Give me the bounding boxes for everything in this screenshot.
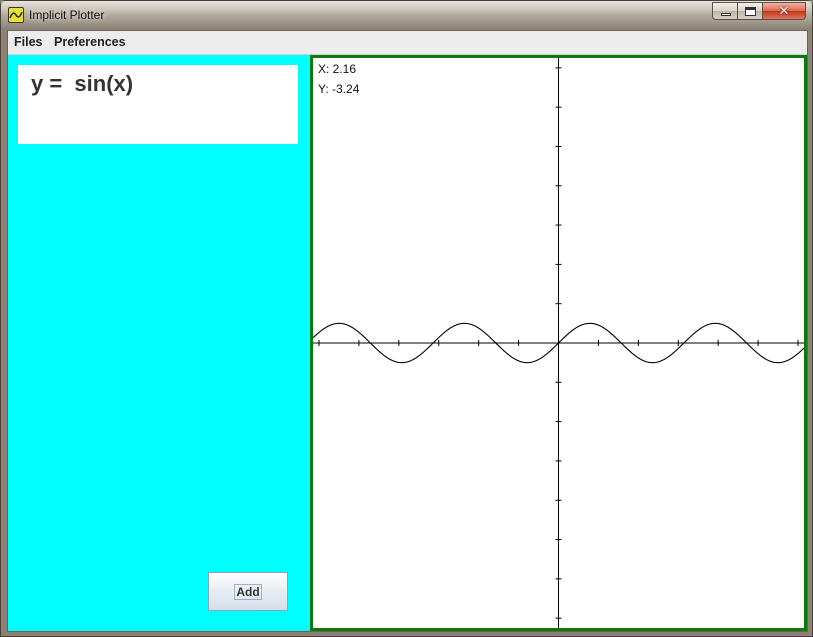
app-window: Implicit Plotter ✕ Files Preferences y =… xyxy=(0,0,813,637)
add-button-label: Add xyxy=(234,583,262,600)
plot-app-icon xyxy=(8,7,24,23)
cursor-y-readout: Y: -3.24 xyxy=(318,82,360,96)
plot-area[interactable] xyxy=(313,58,804,628)
menu-files[interactable]: Files xyxy=(14,31,43,54)
cursor-x-readout: X: 2.16 xyxy=(318,62,357,76)
menu-preferences[interactable]: Preferences xyxy=(54,31,126,54)
minimize-icon[interactable] xyxy=(712,2,738,20)
plot-canvas[interactable]: X: 2.16 Y: -3.24 xyxy=(310,55,807,631)
close-glyph: ✕ xyxy=(778,4,790,19)
equation-panel: y = sin(x) Add xyxy=(8,55,310,631)
equation-entry[interactable]: y = sin(x) xyxy=(18,65,298,144)
maximize-icon[interactable] xyxy=(738,2,763,20)
window-title: Implicit Plotter xyxy=(29,8,105,22)
equation-text: y = sin(x) xyxy=(31,71,134,96)
menu-bar: Files Preferences xyxy=(8,31,807,55)
add-button[interactable]: Add xyxy=(208,572,288,611)
client-area: Files Preferences y = sin(x) Add X: 2.16… xyxy=(7,30,808,632)
title-bar[interactable]: Implicit Plotter ✕ xyxy=(1,1,812,30)
close-icon[interactable]: ✕ xyxy=(763,2,806,20)
window-controls: ✕ xyxy=(712,2,806,21)
